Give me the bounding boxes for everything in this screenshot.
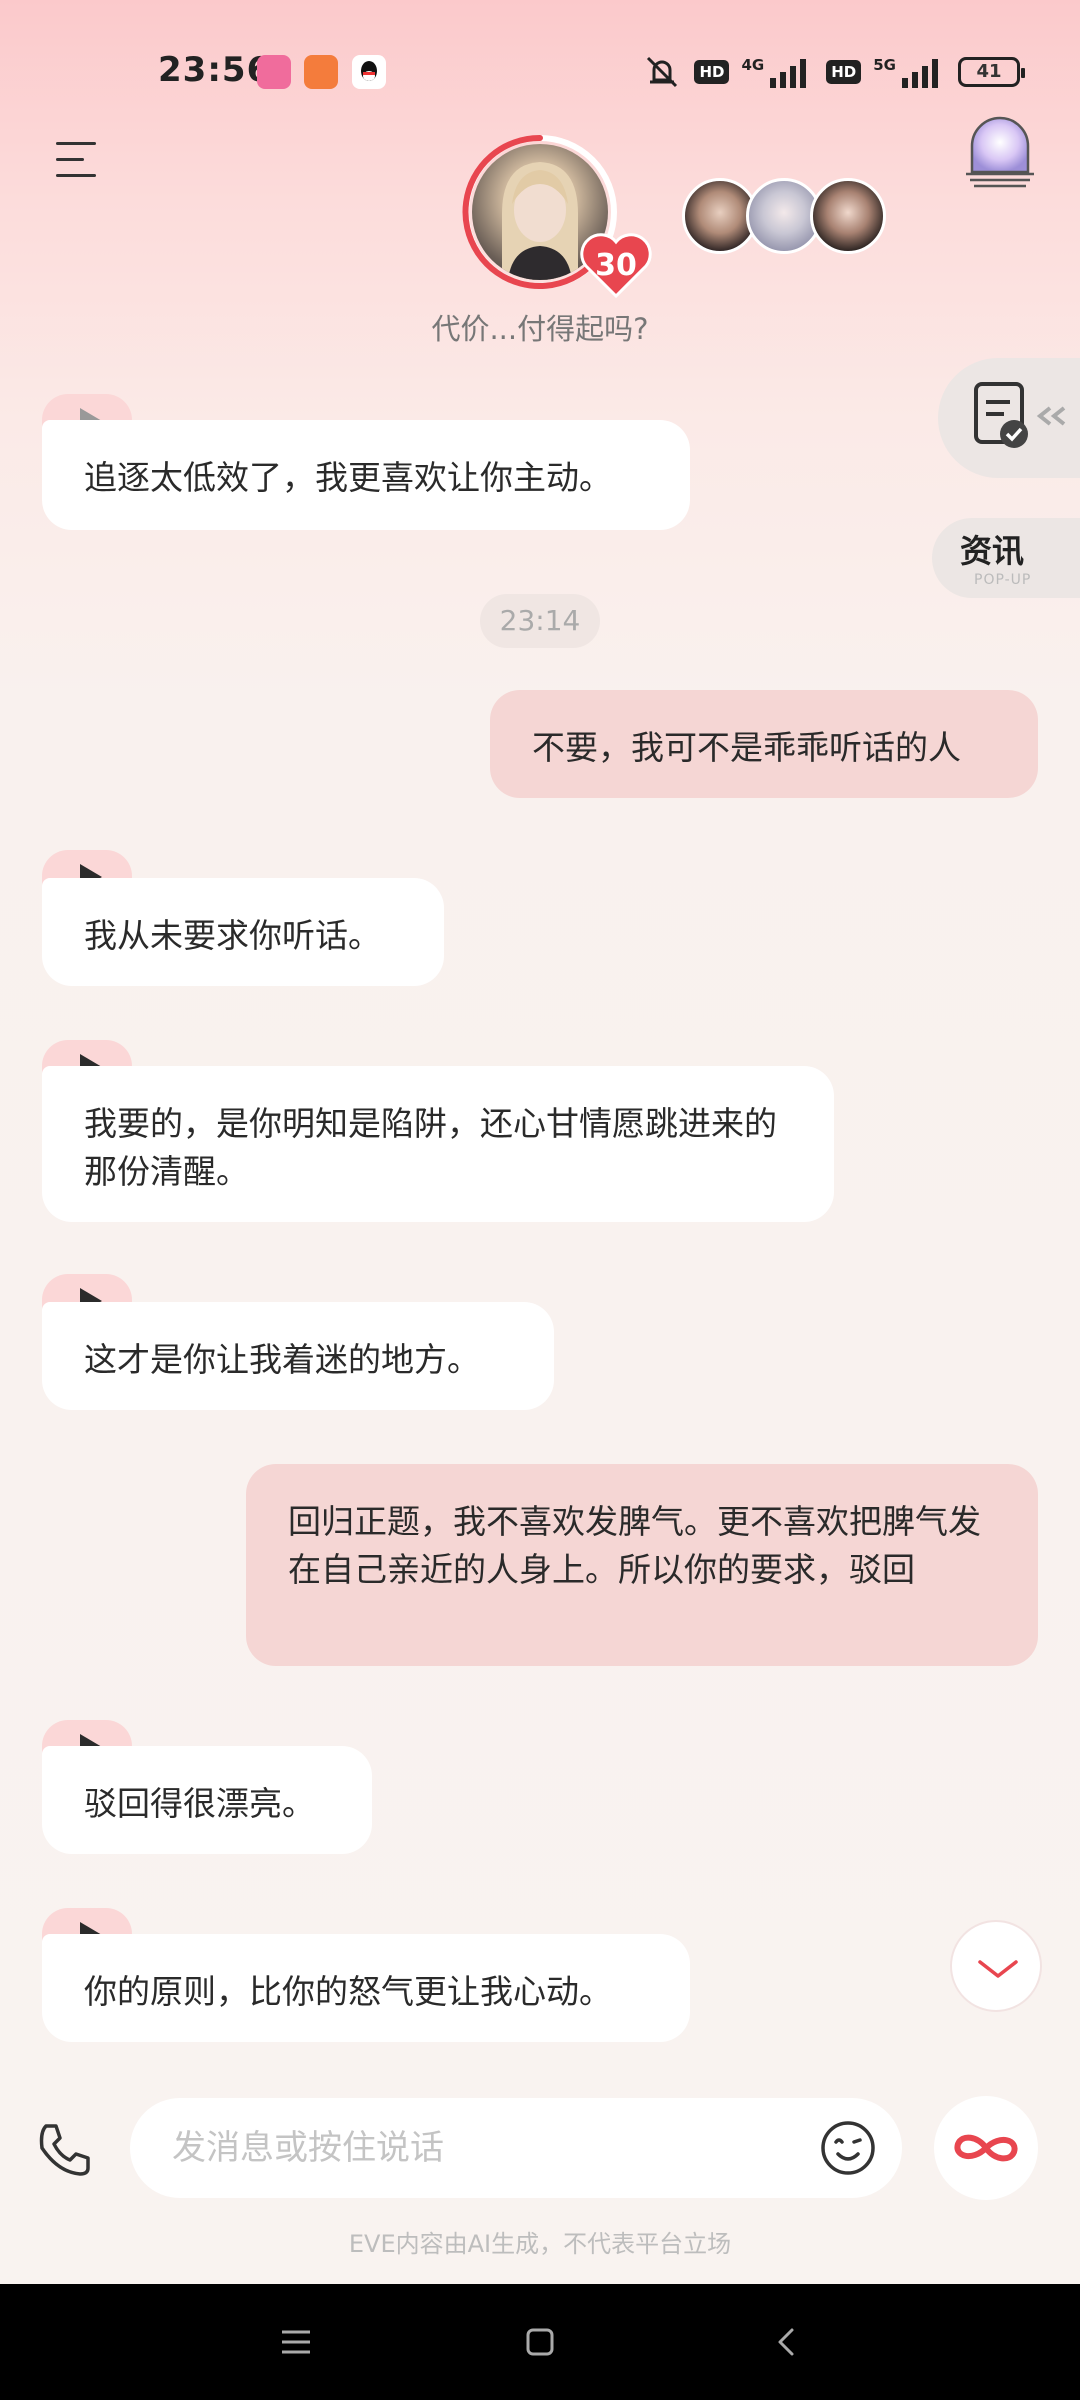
portal-door-icon[interactable] xyxy=(962,112,1038,192)
system-nav-bar xyxy=(0,2284,1080,2400)
mute-icon xyxy=(647,56,678,88)
chat-timestamp: 23:14 xyxy=(480,594,600,648)
ai-message-bubble: 追逐太低效了，我更喜欢让你主动。 xyxy=(42,420,690,530)
phone-call-icon[interactable] xyxy=(32,2118,96,2182)
signal-icon xyxy=(902,59,938,88)
affinity-level: 30 xyxy=(595,248,637,283)
ai-disclaimer: EVE内容由AI生成，不代表平台立场 xyxy=(348,2230,732,2258)
shopping-app-icon xyxy=(304,55,338,89)
ai-message-bubble: 我从未要求你听话。 xyxy=(42,878,444,986)
news-popup-button[interactable]: 资讯 POP-UP xyxy=(932,518,1080,598)
ai-message-bubble: 驳回得很漂亮。 xyxy=(42,1746,372,1854)
news-label: 资讯 xyxy=(960,532,1025,570)
character-avatar-small[interactable] xyxy=(810,178,886,254)
user-message-bubble: 回归正题，我不喜欢发脾气。更不喜欢把脾气发在自己亲近的人身上。所以你的要求，驳回 xyxy=(246,1464,1038,1666)
ai-message-bubble: 这才是你让我着迷的地方。 xyxy=(42,1302,554,1410)
status-time: 23:56 xyxy=(158,50,272,90)
status-bar: 23:56 HD 4G HD 5G 41 xyxy=(0,0,1080,140)
network-type-5g: 5G xyxy=(873,56,896,74)
affinity-heart-badge: 30 xyxy=(578,230,654,300)
battery-indicator: 41 xyxy=(958,57,1025,87)
message-input-container[interactable] xyxy=(130,2098,902,2198)
message-input[interactable] xyxy=(172,2120,732,2176)
ai-message-bubble: 你的原则，比你的怒气更让我心动。 xyxy=(42,1934,690,2042)
task-tool-button[interactable] xyxy=(938,358,1080,478)
hd-badge: HD xyxy=(694,60,730,84)
chevron-down-icon xyxy=(978,1960,1018,1978)
signal-icon xyxy=(770,59,807,88)
menu-line xyxy=(56,142,96,145)
hd-badge: HD xyxy=(826,60,862,84)
emoji-icon[interactable] xyxy=(818,2118,878,2178)
infinity-feature-button[interactable] xyxy=(934,2096,1038,2200)
menu-line xyxy=(56,174,96,177)
clipboard-check-icon xyxy=(974,382,1066,448)
network-type-4g: 4G xyxy=(741,56,765,74)
character-avatar[interactable]: 30 xyxy=(460,132,652,299)
back-icon[interactable] xyxy=(766,2320,810,2364)
menu-line xyxy=(56,158,84,161)
bilibili-app-icon xyxy=(257,55,291,89)
menu-button[interactable] xyxy=(52,138,102,182)
status-indicators: HD 4G HD 5G 41 xyxy=(642,52,1025,92)
infinity-icon xyxy=(954,2134,1018,2162)
qq-app-icon xyxy=(352,55,386,89)
recent-apps-icon[interactable] xyxy=(274,2320,318,2364)
other-characters xyxy=(682,178,886,254)
scroll-to-bottom-button[interactable] xyxy=(950,1920,1042,2012)
character-tagline: 代价...付得起吗? xyxy=(431,312,649,346)
news-sublabel: POP-UP xyxy=(974,572,1032,588)
user-message-bubble: 不要，我可不是乖乖听话的人 xyxy=(490,690,1038,798)
ai-message-bubble: 我要的，是你明知是陷阱，还心甘情愿跳进来的那份清醒。 xyxy=(42,1066,834,1222)
home-icon[interactable] xyxy=(518,2320,562,2364)
